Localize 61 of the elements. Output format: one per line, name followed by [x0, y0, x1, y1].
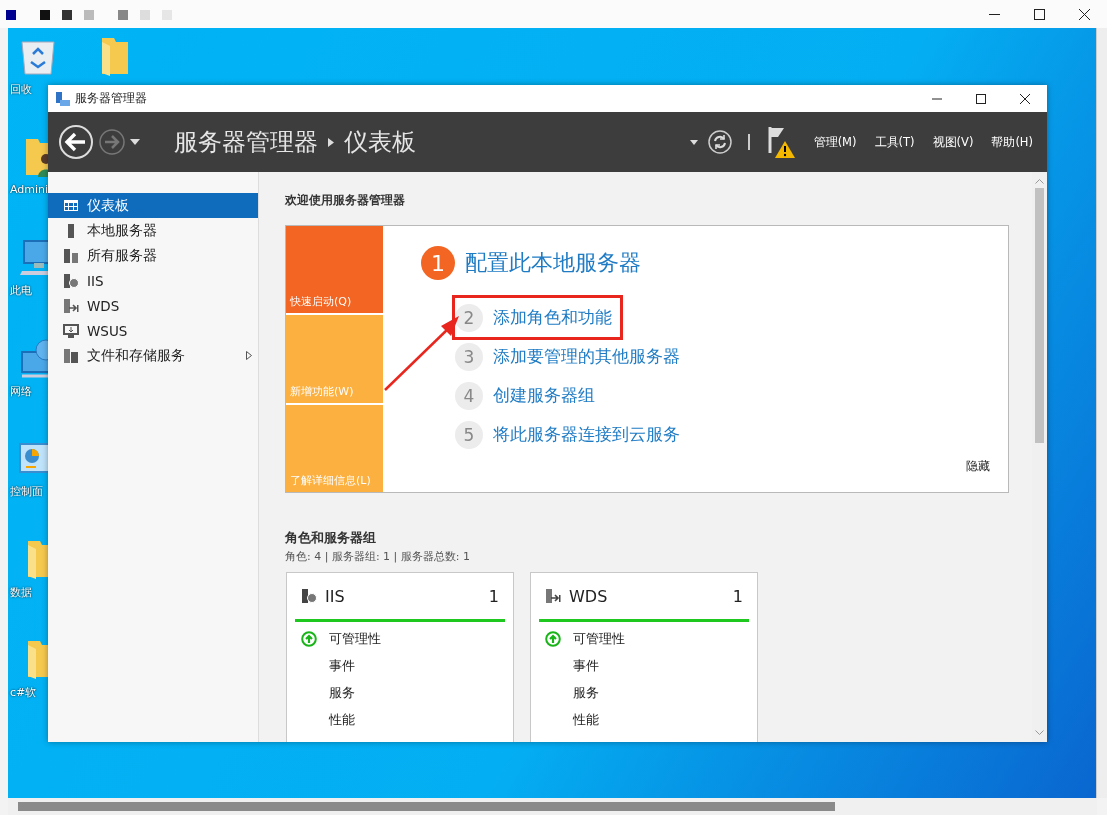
breadcrumb-item: 服务器管理器: [174, 127, 318, 158]
menu-item[interactable]: 工具(T): [870, 134, 919, 150]
role-tile-link[interactable]: 可管理性: [573, 629, 625, 648]
refresh-icon[interactable]: [707, 130, 732, 154]
server-icon: [545, 588, 561, 604]
close-icon[interactable]: [1079, 8, 1090, 20]
role-tile-link[interactable]: 可管理性: [329, 629, 381, 648]
sidebar-item[interactable]: 文件和存储服务: [48, 343, 258, 368]
role-tile-link[interactable]: 服务: [329, 683, 355, 702]
step-link[interactable]: 配置此本地服务器: [465, 248, 641, 278]
server-icon: [63, 297, 79, 314]
server-count[interactable]: 1: [488, 586, 499, 606]
server-icon: [63, 347, 79, 364]
step-number: 1: [421, 246, 455, 280]
window-title: 服务器管理器: [75, 90, 148, 107]
back-icon[interactable]: [58, 124, 94, 160]
server-manager-icon: [55, 90, 71, 107]
scrollbar[interactable]: [1096, 28, 1107, 798]
role-tile-link[interactable]: 事件: [573, 656, 599, 675]
section-heading: 角色和服务器组: [285, 529, 377, 547]
maximize-icon[interactable]: [975, 92, 987, 105]
sidebar-item[interactable]: WDS: [48, 293, 258, 318]
step-link[interactable]: 添加要管理的其他服务器: [493, 345, 680, 368]
maximize-icon[interactable]: [1034, 8, 1045, 20]
scroll-down-icon: [1035, 730, 1044, 736]
sidebar-item[interactable]: 本地服务器: [48, 218, 258, 243]
step-number: 5: [455, 420, 483, 449]
sidebar-item[interactable]: WSUS: [48, 318, 258, 343]
sidebar-item[interactable]: 仪表板: [48, 193, 258, 218]
breadcrumb-separator-icon: [328, 137, 334, 147]
dashboard-icon: [63, 197, 79, 214]
close-icon[interactable]: [1019, 92, 1031, 105]
hide-link[interactable]: 隐藏: [966, 459, 990, 474]
step-link[interactable]: 创建服务器组: [493, 384, 595, 407]
dropdown-caret-icon[interactable]: [130, 139, 140, 145]
step-link[interactable]: 将此服务器连接到云服务: [493, 423, 680, 446]
step-link[interactable]: 添加角色和功能: [493, 306, 612, 329]
menu-item[interactable]: 视图(V): [928, 134, 978, 150]
menu-item[interactable]: 帮助(H): [987, 134, 1037, 150]
step-number: 2: [455, 303, 483, 332]
server-icon: [63, 322, 79, 339]
role-tile-link[interactable]: 性能: [573, 710, 599, 729]
role-tile-link[interactable]: 服务: [573, 683, 599, 702]
sidebar-item[interactable]: 所有服务器: [48, 243, 258, 268]
server-count[interactable]: 1: [732, 586, 743, 606]
server-icon: [63, 272, 79, 289]
server-icon: [63, 247, 79, 264]
section-heading: 欢迎使用服务器管理器: [285, 192, 406, 209]
role-name[interactable]: IIS: [325, 586, 481, 606]
role-tile-link[interactable]: 事件: [329, 656, 355, 675]
sidebar-item[interactable]: IIS: [48, 268, 258, 293]
menu-item[interactable]: 管理(M): [809, 134, 861, 150]
role-tile-link[interactable]: 性能: [329, 710, 355, 729]
scroll-up-icon: [1035, 178, 1044, 184]
step-number: 4: [455, 381, 483, 410]
step-number: 3: [455, 342, 483, 371]
server-icon: [301, 588, 317, 604]
breadcrumb-item: 仪表板: [344, 127, 416, 158]
roles-summary: 角色: 4 | 服务器组: 1 | 服务器总数: 1: [285, 549, 471, 564]
dropdown-caret-icon[interactable]: [689, 139, 698, 145]
role-name[interactable]: WDS: [569, 586, 725, 606]
